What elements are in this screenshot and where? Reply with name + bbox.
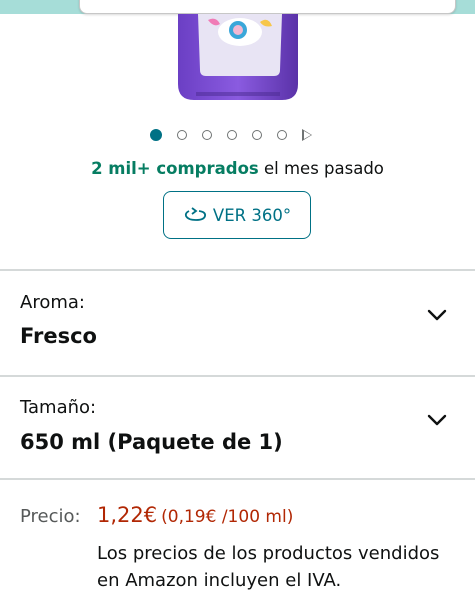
vat-note: Los precios de los productos vendidos en… xyxy=(97,543,440,591)
rotate-360-icon xyxy=(184,207,206,221)
view-360-button[interactable]: VER 360° xyxy=(163,191,311,239)
search-bar[interactable] xyxy=(79,0,456,14)
carousel-dot[interactable] xyxy=(227,130,237,140)
carousel-dot[interactable] xyxy=(202,130,212,140)
video-play-icon[interactable] xyxy=(302,129,312,141)
carousel-dot[interactable] xyxy=(177,130,187,140)
chevron-down-icon[interactable] xyxy=(427,308,447,322)
price-amount: 1,22€ xyxy=(97,503,158,527)
image-carousel-indicator[interactable] xyxy=(150,128,312,142)
variant-value: 650 ml (Paquete de 1) xyxy=(20,430,283,454)
unit-price: (0,19€ /100 ml) xyxy=(161,507,294,527)
detergent-bottle-image xyxy=(178,14,298,100)
bought-count: 2 mil+ comprados xyxy=(91,159,259,178)
variant-size[interactable]: Tamaño: 650 ml (Paquete de 1) xyxy=(0,377,475,478)
carousel-dot[interactable] xyxy=(277,130,287,140)
product-image[interactable] xyxy=(176,14,300,102)
carousel-dot[interactable] xyxy=(252,130,262,140)
variant-value: Fresco xyxy=(20,324,97,348)
variant-label: Tamaño: xyxy=(20,397,97,418)
chevron-down-icon[interactable] xyxy=(427,413,447,427)
bought-period: el mes pasado xyxy=(258,159,384,178)
variant-label: Aroma: xyxy=(20,292,85,313)
price-value: 1,22€ (0,19€ /100 ml) xyxy=(97,503,293,527)
variant-aroma[interactable]: Aroma: Fresco xyxy=(0,271,475,375)
price-label: Precio: xyxy=(20,506,81,527)
view-360-label: VER 360° xyxy=(212,205,292,225)
bought-last-month: 2 mil+ comprados el mes pasado xyxy=(0,158,475,180)
divider xyxy=(0,478,475,480)
carousel-dot-active[interactable] xyxy=(150,129,162,141)
